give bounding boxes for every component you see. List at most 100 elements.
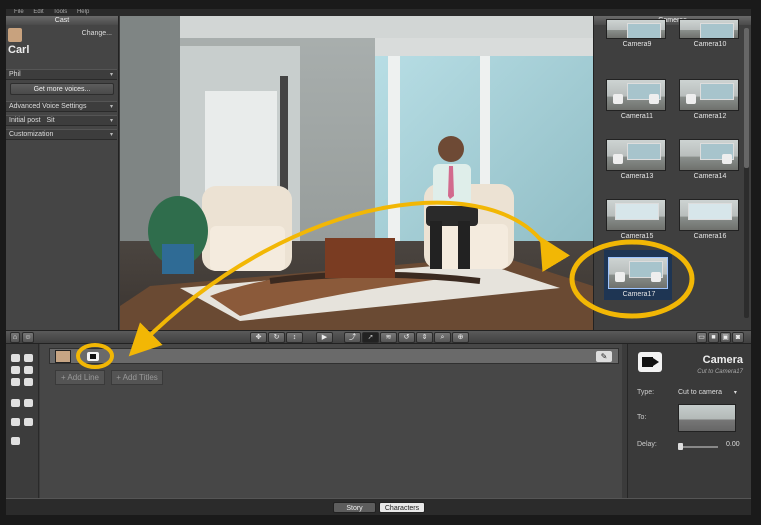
story-line-bar[interactable]: ✎ — [49, 348, 619, 364]
bottom-tab-bar: Story Characters — [6, 498, 751, 515]
camera-thumbnail — [606, 139, 666, 171]
to-label: To: — [637, 414, 647, 421]
customization-label: Customization — [9, 131, 54, 138]
sit-icon[interactable] — [24, 378, 33, 386]
voice-value: Phil — [9, 71, 21, 78]
chevron-down-icon: ▾ — [109, 118, 113, 124]
advanced-voice-label: Advanced Voice Settings — [9, 103, 87, 110]
menu-help[interactable]: Help — [77, 9, 89, 15]
camera-thumbnail — [606, 199, 666, 231]
sound-icon[interactable] — [24, 418, 33, 426]
people-icon[interactable]: ☺ — [22, 332, 34, 343]
snapshot-icon[interactable]: ▣ — [720, 332, 731, 343]
camera-15[interactable]: Camera15 — [606, 199, 668, 243]
camera-thumbnail — [608, 257, 668, 289]
cameras-scrollbar[interactable] — [744, 28, 749, 318]
camera-view-icon[interactable]: ■ — [708, 332, 719, 343]
camera-9[interactable]: Camera9 — [606, 19, 668, 63]
cameras-scroll-thumb[interactable] — [744, 28, 749, 168]
camera-label: Camera17 — [622, 291, 656, 298]
cast-panel: Cast Change... Carl Phil ▾ Get more voic… — [6, 16, 119, 330]
play-icon[interactable]: ▶ — [316, 332, 333, 343]
pause-icon[interactable] — [11, 437, 20, 445]
delay-slider-track[interactable] — [678, 446, 718, 448]
reset-icon[interactable]: ↺ — [398, 332, 415, 343]
add-line-button[interactable]: + Add Line — [55, 370, 105, 385]
get-more-voices-button[interactable]: Get more voices... — [10, 83, 114, 95]
menu-tools[interactable]: Tools — [53, 9, 67, 15]
initial-post-select[interactable]: Initial post Sit ▾ — [6, 115, 117, 126]
story-timeline: ✎ + Add Line + Add Titles — [40, 344, 622, 498]
eyedropper-icon[interactable]: ✎ — [596, 351, 612, 362]
character-avatar — [8, 28, 22, 42]
music-icon[interactable] — [11, 418, 20, 426]
advanced-voice-settings-item[interactable]: Advanced Voice Settings ▾ — [6, 101, 117, 112]
zoom-icon[interactable]: ⌕ — [434, 332, 451, 343]
scene-render — [120, 16, 593, 330]
expression-icon[interactable] — [11, 378, 20, 386]
type-value: Cut to camera — [678, 389, 722, 396]
menu-bar: File Edit Tools Help — [6, 9, 751, 16]
walk-tool-icon[interactable] — [24, 354, 33, 362]
initial-post-label: Initial post — [9, 117, 41, 124]
story-tools — [6, 344, 39, 498]
camera-12[interactable]: Camera12 — [679, 79, 741, 123]
app-window: File Edit Tools Help Cast Change... Carl… — [6, 9, 751, 515]
video-tool-icon[interactable] — [24, 399, 33, 407]
camera-10[interactable]: Camera10 — [679, 19, 741, 63]
customization-item[interactable]: Customization ▾ — [6, 129, 117, 140]
voice-select[interactable]: Phil ▾ — [6, 69, 117, 80]
scene-viewport[interactable] — [120, 16, 593, 330]
menu-file[interactable]: File — [14, 9, 24, 15]
chevron-down-icon: ▾ — [109, 132, 113, 138]
camera-tool-icon[interactable] — [11, 399, 20, 407]
tab-characters[interactable]: Characters — [379, 502, 425, 513]
change-character-button[interactable]: Change... — [82, 30, 112, 37]
target-camera-thumbnail[interactable] — [678, 404, 736, 432]
add-titles-button[interactable]: + Add Titles — [111, 370, 163, 385]
zoom-fit-icon[interactable]: ⊕ — [452, 332, 469, 343]
properties-subtitle: Cut to Camera17 — [697, 369, 743, 375]
broadcast-icon[interactable]: ≋ — [380, 332, 397, 343]
camera-17[interactable]: Camera17 — [608, 257, 670, 301]
home-icon[interactable]: ⌂ — [10, 332, 20, 343]
camera-11[interactable]: Camera11 — [606, 79, 668, 123]
camera-thumbnail — [679, 19, 739, 39]
camera-action-icon[interactable] — [87, 352, 99, 361]
walk-icon[interactable]: ⤴ — [344, 332, 361, 343]
delay-label: Delay: — [637, 441, 657, 448]
chevron-down-icon: ▾ — [109, 72, 113, 78]
camera-thumbnail — [679, 79, 739, 111]
scale-icon[interactable]: ⇕ — [416, 332, 433, 343]
chevron-down-icon: ▾ — [109, 104, 113, 110]
menu-edit[interactable]: Edit — [33, 9, 43, 15]
delay-slider-handle[interactable] — [678, 443, 683, 450]
camera-thumbnail — [606, 79, 666, 111]
camera-14[interactable]: Camera14 — [679, 139, 741, 183]
layout-icon[interactable]: ▭ — [696, 332, 707, 343]
video-camera-icon — [638, 352, 662, 372]
camera-label: Camera12 — [693, 113, 727, 120]
screen-frame: File Edit Tools Help Cast Change... Carl… — [0, 0, 761, 525]
updown-icon[interactable]: ↕ — [286, 332, 303, 343]
character-thumbnail[interactable] — [55, 350, 71, 363]
cast-panel-title: Cast — [6, 16, 118, 25]
turn-icon[interactable] — [24, 366, 33, 374]
look-icon[interactable] — [11, 366, 20, 374]
select-icon[interactable]: ➚ — [362, 332, 379, 343]
rotate-icon[interactable]: ↻ — [268, 332, 285, 343]
character-name: Carl — [8, 44, 30, 56]
record-icon[interactable]: ◙ — [732, 332, 744, 343]
type-label: Type: — [637, 389, 655, 396]
delay-value: 0.00 — [726, 441, 740, 448]
type-select[interactable]: Cut to camera ▾ — [678, 389, 737, 396]
properties-title: Camera — [702, 354, 743, 366]
camera-label: Camera11 — [620, 113, 654, 120]
camera-16[interactable]: Camera16 — [679, 199, 741, 243]
scene-toolbar: ⌂ ☺ ✥ ↻ ↕ ▶ ⤴ ➚ ≋ ↺ ⇕ ⌕ ⊕ ▭ ■ ▣ ◙ — [6, 330, 751, 344]
tab-story[interactable]: Story — [333, 502, 376, 513]
move-icon[interactable]: ✥ — [250, 332, 267, 343]
gesture-icon[interactable] — [11, 354, 20, 362]
camera-label: Camera10 — [693, 41, 727, 48]
camera-13[interactable]: Camera13 — [606, 139, 668, 183]
